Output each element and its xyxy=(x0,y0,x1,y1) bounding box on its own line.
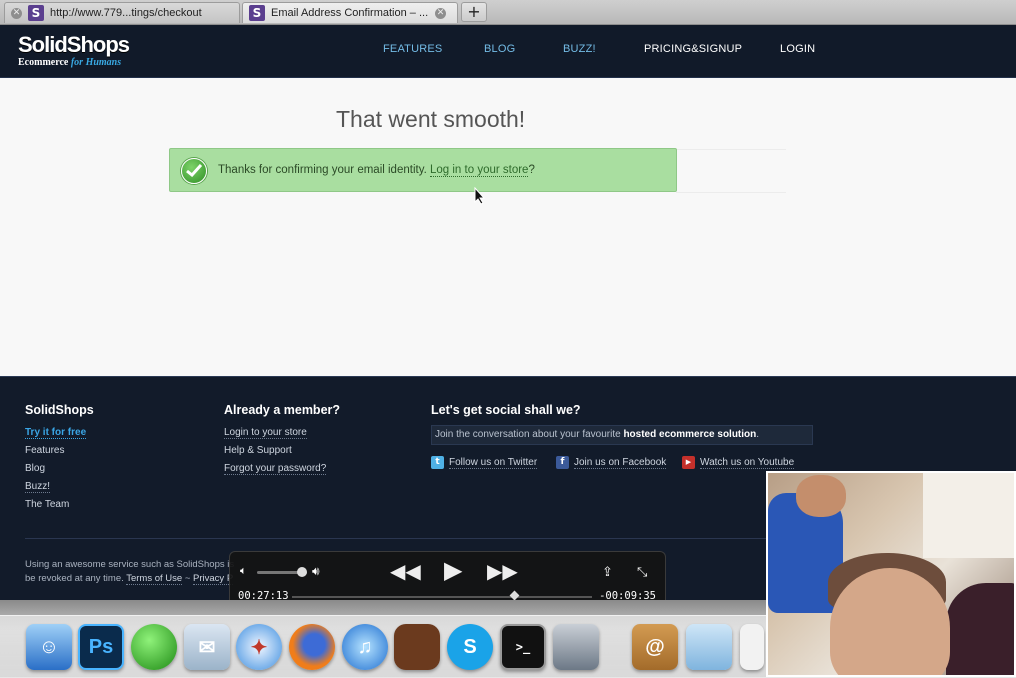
volume-high-icon[interactable]: 🔊︎ xyxy=(312,564,320,579)
site-header: SolidShops Ecommerce for Humans FEATURES… xyxy=(0,25,1016,78)
skype-icon[interactable]: S xyxy=(447,624,493,670)
terms-link[interactable]: Terms of Use xyxy=(126,573,183,585)
tab-title: Email Address Confirmation – ... xyxy=(271,7,429,19)
folder-icon[interactable] xyxy=(686,624,732,670)
footer-blog-link[interactable]: Blog xyxy=(25,463,45,474)
nav-pricing-signup[interactable]: PRICING&SIGNUP xyxy=(644,43,742,55)
new-tab-button[interactable]: + xyxy=(461,2,487,22)
footer-legal-text: Using an awesome service such as SolidSh… xyxy=(25,559,235,585)
webcam-video-overlay xyxy=(766,471,1016,677)
youtube-icon: ▶ xyxy=(682,456,695,469)
twitter-icon: t xyxy=(431,456,444,469)
safari-icon[interactable]: ✦ xyxy=(236,624,282,670)
webcam-chair xyxy=(946,583,1014,675)
itunes-icon[interactable]: ♫ xyxy=(342,624,388,670)
twitter-link[interactable]: t Follow us on Twitter xyxy=(431,456,538,469)
photoshop-icon[interactable]: Ps xyxy=(78,624,124,670)
solidshops-favicon-icon: S xyxy=(249,5,265,21)
try-free-link[interactable]: Try it for free xyxy=(25,427,87,439)
nav-blog[interactable]: BLOG xyxy=(484,43,515,55)
document-icon[interactable] xyxy=(740,624,764,670)
nav-buzz[interactable]: BUZZ! xyxy=(563,43,596,55)
footer-heading: Already a member? xyxy=(224,403,341,417)
webcam-person-1-head xyxy=(796,475,846,517)
divider xyxy=(676,149,786,150)
logo-tagline: Ecommerce for Humans xyxy=(18,57,122,68)
main-content: That went smooth! Thanks for confirming … xyxy=(0,78,1016,376)
tab-title: http://www.779...tings/checkout xyxy=(50,7,202,19)
footer-team-link[interactable]: The Team xyxy=(25,499,69,510)
browser-tab-checkout[interactable]: ✕ S http://www.779...tings/checkout xyxy=(4,2,240,23)
domo-icon[interactable] xyxy=(394,624,440,670)
play-button[interactable]: ▶ xyxy=(444,556,462,585)
checkmark-icon xyxy=(181,158,207,184)
privacy-link[interactable]: Privacy P xyxy=(193,573,234,585)
volume-low-icon[interactable]: 🔈︎ xyxy=(240,565,247,578)
share-icon[interactable]: ⇪ xyxy=(602,564,613,580)
browser-tab-strip: ✕ S http://www.779...tings/checkout S Em… xyxy=(0,0,1016,25)
rewind-button[interactable]: ◀◀ xyxy=(390,559,421,584)
bird-mail-icon[interactable]: ✉ xyxy=(184,624,230,670)
close-tab-icon[interactable]: ✕ xyxy=(435,7,446,19)
divider xyxy=(676,192,786,193)
footer-heading: Let's get social shall we? xyxy=(431,403,581,417)
youtube-link[interactable]: ▶ Watch us on Youtube xyxy=(682,456,795,469)
gorilla-icon[interactable] xyxy=(553,624,599,670)
facebook-link[interactable]: f Join us on Facebook xyxy=(556,456,667,469)
logo-wordmark: SolidShops xyxy=(18,32,130,57)
nav-login[interactable]: LOGIN xyxy=(780,43,815,55)
login-store-footer-link[interactable]: Login to your store xyxy=(224,427,307,439)
volume-knob[interactable] xyxy=(297,567,307,577)
login-store-link[interactable]: Log in to your store xyxy=(430,164,529,177)
facebook-icon: f xyxy=(556,456,569,469)
fast-forward-button[interactable]: ▶▶ xyxy=(487,559,518,584)
solidshops-favicon-icon: S xyxy=(28,5,44,21)
terminal-icon[interactable]: >_ xyxy=(500,624,546,670)
webcam-window-bg xyxy=(923,473,1014,558)
firefox-icon[interactable] xyxy=(289,624,335,670)
address-book-icon[interactable]: @ xyxy=(632,624,678,670)
nav-features[interactable]: FEATURES xyxy=(383,43,442,55)
success-alert: Thanks for confirming your email identit… xyxy=(169,148,677,192)
solidshops-logo[interactable]: SolidShops Ecommerce for Humans xyxy=(18,32,130,68)
scrub-bar[interactable] xyxy=(292,596,592,598)
help-support-link[interactable]: Help & Support xyxy=(224,445,292,456)
scrub-knob[interactable] xyxy=(509,590,520,601)
mouse-cursor-icon xyxy=(474,187,486,205)
green-ball-icon[interactable] xyxy=(131,624,177,670)
alert-message: Thanks for confirming your email identit… xyxy=(218,164,535,177)
webcam-person-2 xyxy=(830,568,950,675)
close-tab-icon[interactable]: ✕ xyxy=(11,7,22,19)
forgot-password-link[interactable]: Forgot your password? xyxy=(224,463,327,475)
browser-tab-confirmation[interactable]: S Email Address Confirmation – ... ✕ xyxy=(242,2,458,23)
footer-heading: SolidShops xyxy=(25,403,94,417)
fullscreen-icon[interactable]: ⤡ xyxy=(637,564,647,580)
footer-features-link[interactable]: Features xyxy=(25,445,64,456)
finder-icon[interactable]: ☺ xyxy=(26,624,72,670)
social-promo-box: Join the conversation about your favouri… xyxy=(431,425,813,445)
footer-buzz-link[interactable]: Buzz! xyxy=(25,481,51,493)
page-title: That went smooth! xyxy=(336,106,526,132)
